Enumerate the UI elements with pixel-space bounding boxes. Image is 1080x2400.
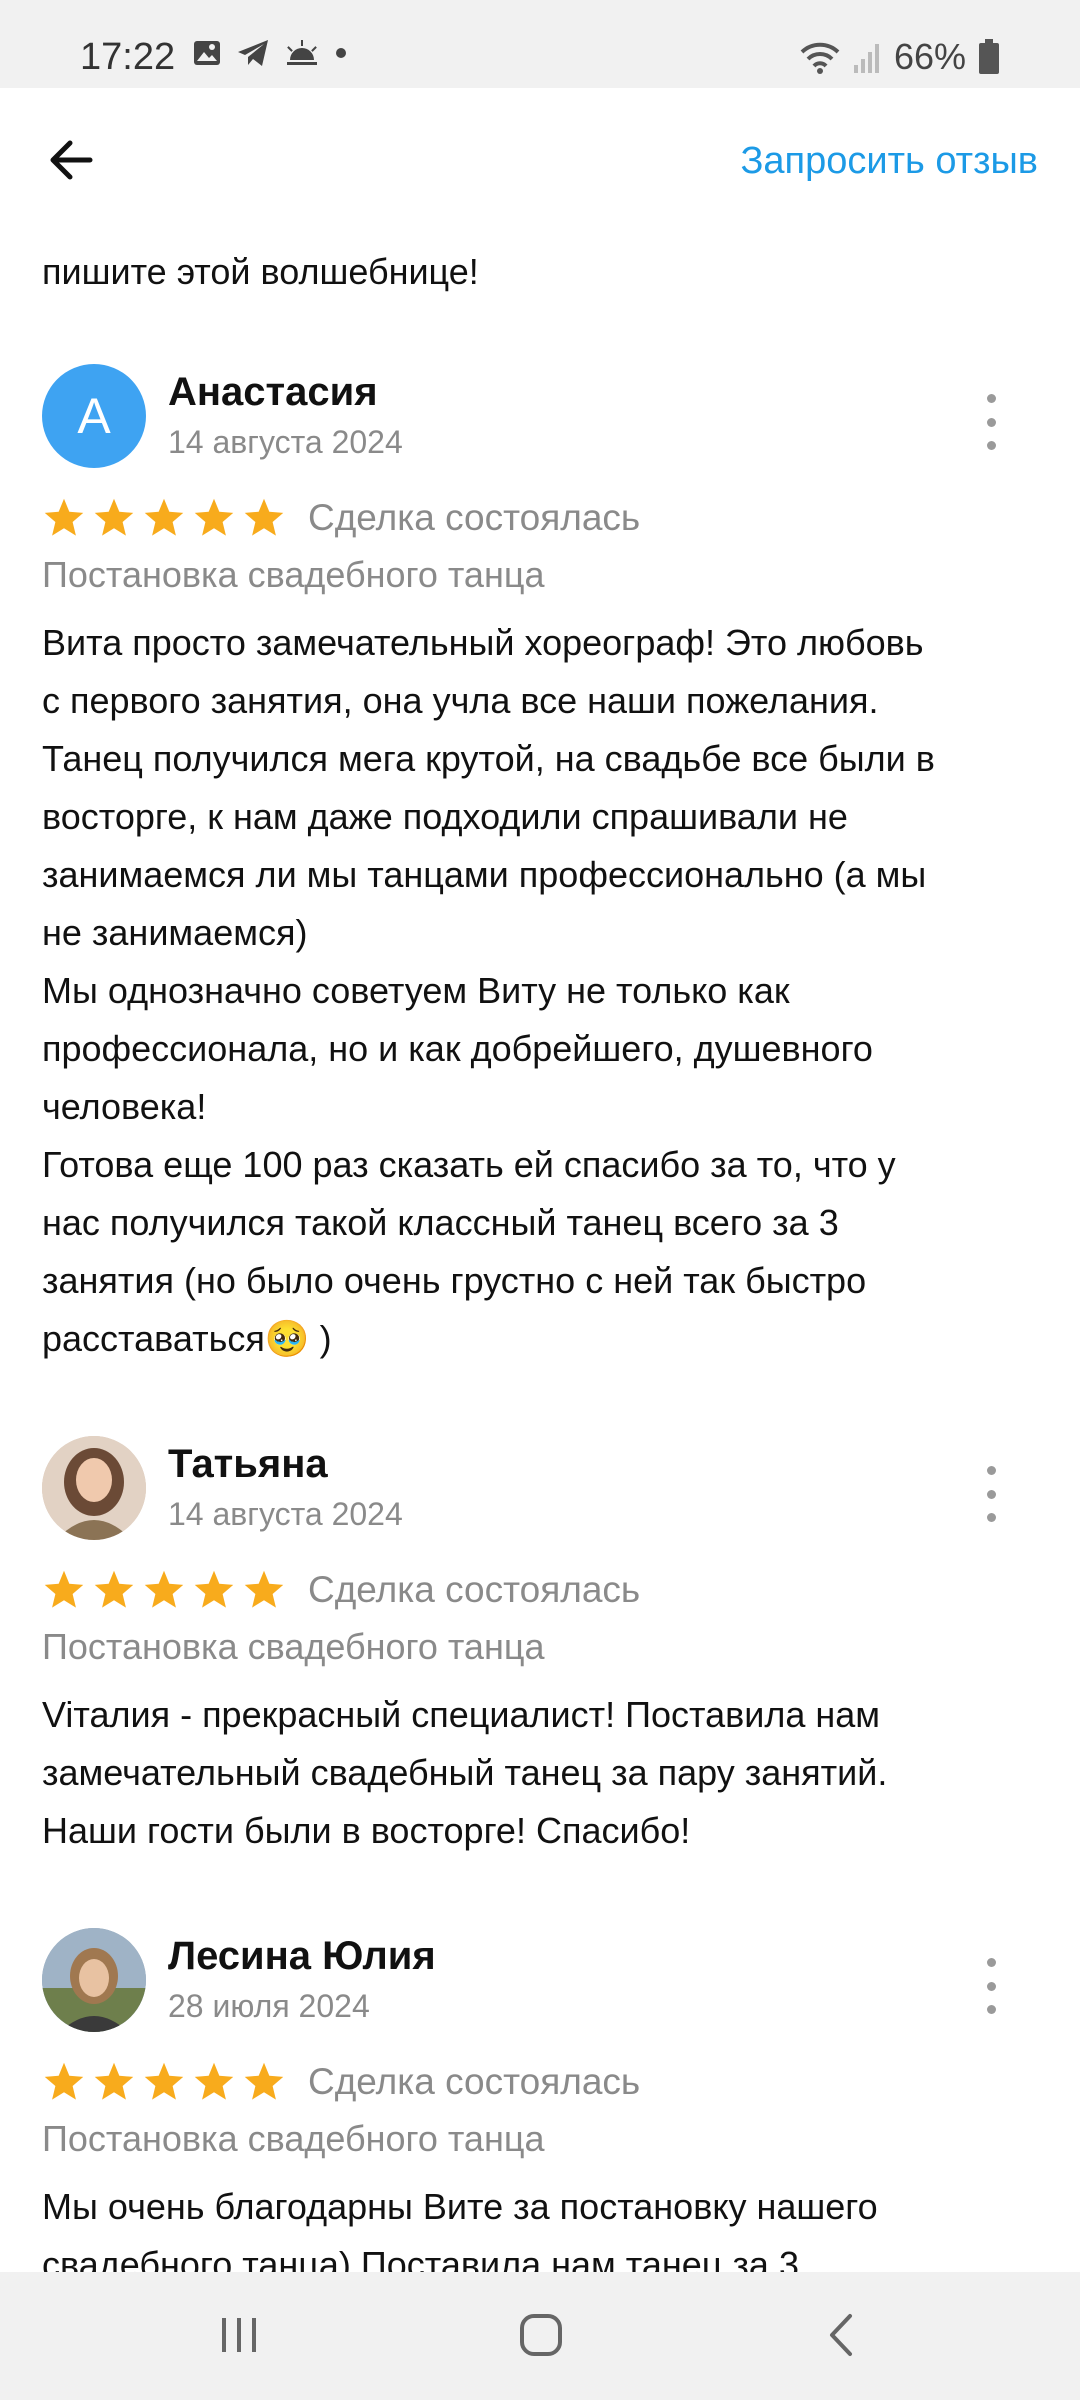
request-review-link[interactable]: Запросить отзыв [740,140,1038,183]
back-nav-icon[interactable] [820,2312,866,2358]
rating-row: Сделка состоялась [42,1562,640,1618]
star-icon [194,498,234,536]
reviewer-name: Татьяна [168,1442,328,1486]
telegram-icon [238,40,268,66]
star-icon [94,2062,134,2100]
deal-status: Сделка состоялась [308,1569,641,1610]
user-photo-icon [42,1436,146,1540]
review-date: 28 июля 2024 [168,1988,370,2024]
gallery-icon [194,41,220,65]
more-options-button[interactable] [968,394,1014,450]
deal-status: Сделка состоялась [308,2061,641,2102]
signal-icon [853,44,879,73]
review-item: Лесина Юлия 28 июля 2024 Сделка состояла… [0,1928,1080,2272]
arrow-left-icon [50,140,93,180]
star-icon [144,498,184,536]
star-icon [44,2062,84,2100]
review-text: Мы очень благодарны Вите за постановку н… [42,2186,878,2272]
star-icon [244,498,284,536]
review-text: Viталия - прекрасный специалист! Постави… [42,1694,888,1851]
more-options-button[interactable] [968,1958,1014,2014]
previous-review-text-tail: пишите этой волшебнице! [42,251,479,292]
review-text: Вита просто замечательный хореограф! Это… [42,622,935,1359]
system-navigation-bar [0,2272,1080,2400]
back-button[interactable] [42,130,102,190]
avatar-letter: А [77,388,111,444]
dot-icon [336,48,346,58]
battery-icon [979,39,999,74]
service-name: Постановка свадебного танца [42,2118,545,2159]
review-item: А Анастасия 14 августа 2024 Сделка состо… [0,364,1080,1359]
avatar [42,1928,146,2032]
weather-icon [287,40,317,65]
status-right: 66% [800,36,1000,78]
recent-apps-icon[interactable] [216,2312,262,2358]
review-item: Татьяна 14 августа 2024 Сделка состоялас… [0,1436,1080,1856]
star-icon [194,2062,234,2100]
more-options-button[interactable] [968,1466,1014,1522]
reviews-list[interactable]: пишите этой волшебнице! А Анастасия 14 а… [0,238,1080,2272]
star-icon [144,2062,184,2100]
service-name: Постановка свадебного танца [42,1626,545,1667]
star-icon [244,1570,284,1608]
review-date: 14 августа 2024 [168,424,403,460]
star-icon [194,1570,234,1608]
star-icon [94,498,134,536]
reviewer-name: Анастасия [168,370,378,414]
star-icon [144,1570,184,1608]
home-icon[interactable] [518,2312,564,2358]
deal-status: Сделка состоялась [308,497,641,538]
star-icon [244,2062,284,2100]
reviewer-name: Лесина Юлия [168,1934,436,1978]
rating-row: Сделка состоялась [42,490,640,546]
status-bar: 17:22 66% [0,0,1080,88]
star-icon [94,1570,134,1608]
avatar [42,1436,146,1540]
star-icon [44,498,84,536]
user-photo-icon [42,1928,146,2032]
status-time: 17:22 [80,36,176,78]
star-icon [44,1570,84,1608]
avatar: А [42,364,146,468]
review-date: 14 августа 2024 [168,1496,403,1532]
notification-icons [192,38,348,68]
battery-percent: 66% [893,36,966,77]
service-name: Постановка свадебного танца [42,554,545,595]
wifi-icon [800,42,840,74]
rating-row: Сделка состоялась [42,2054,640,2110]
